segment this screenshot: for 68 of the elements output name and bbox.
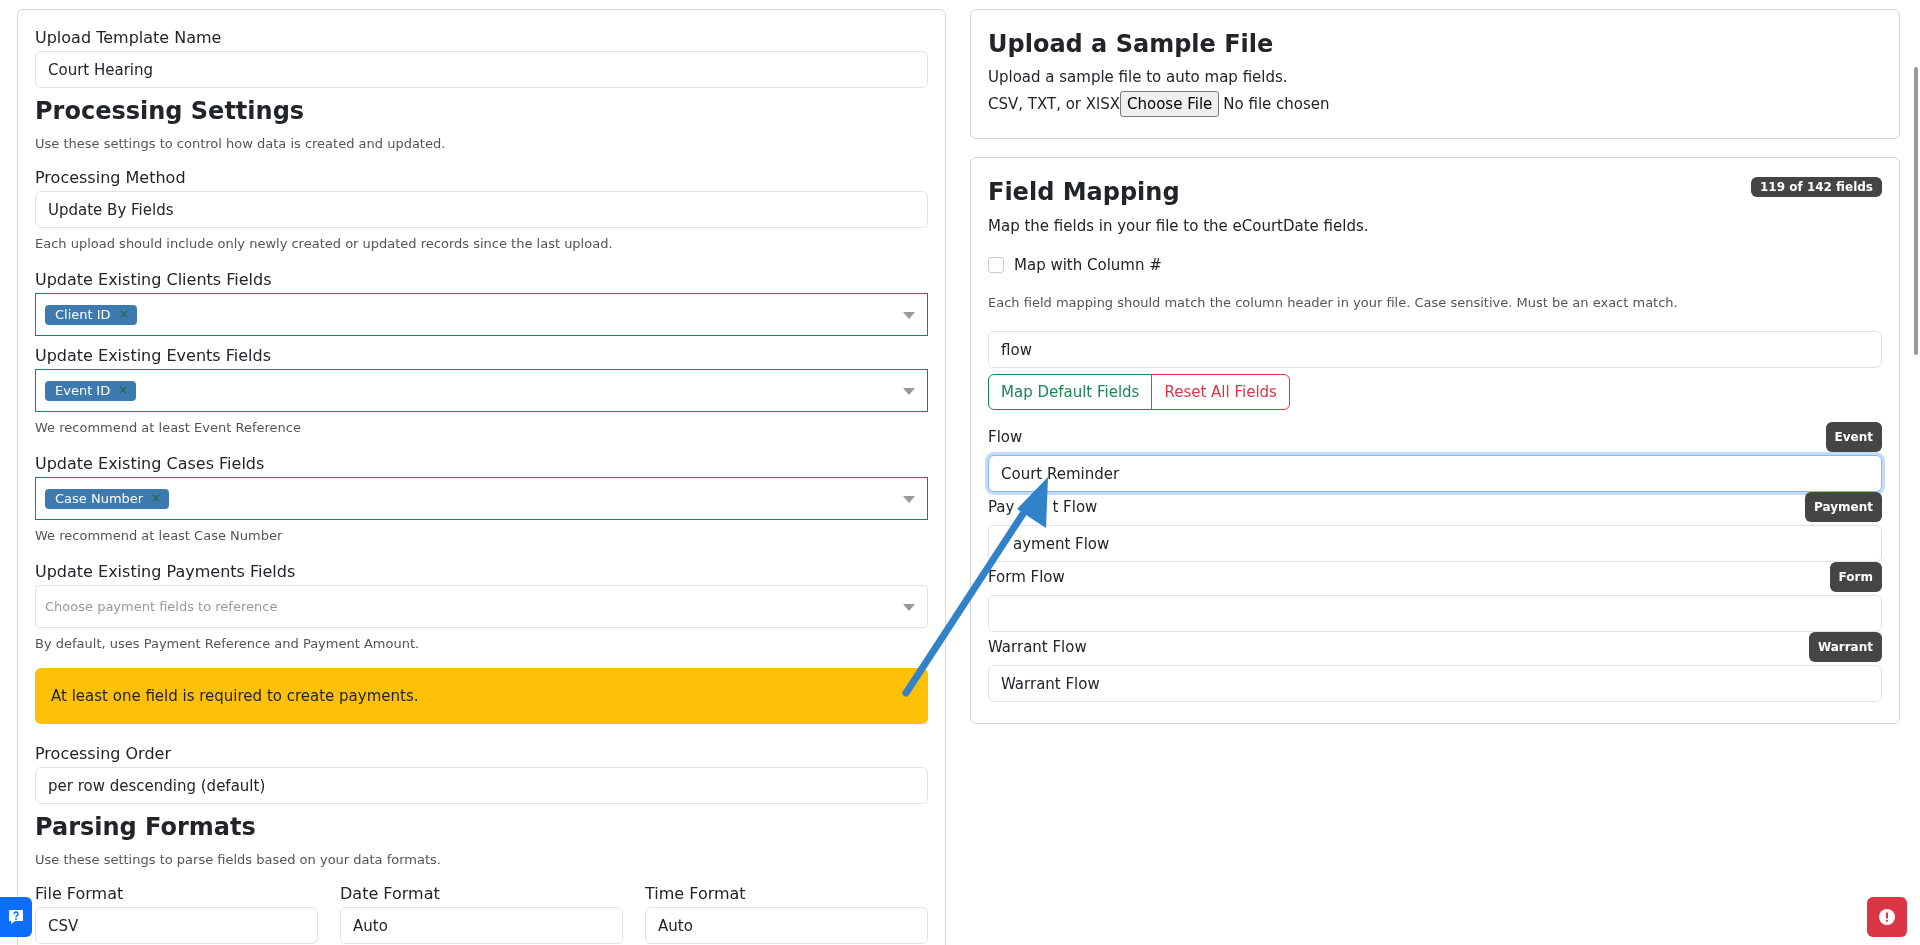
card-heading: Field Mapping [988, 177, 1180, 207]
count-badge: 119 of 142 fields [1751, 177, 1882, 197]
field-label-fragment: Pay [988, 497, 1015, 518]
field-label-fragment: t Flow [1052, 497, 1098, 518]
select-field[interactable]: Update By Fields [35, 191, 928, 228]
help-text: We recommend at least Event Reference [35, 419, 302, 437]
field-label: Upload Template Name [35, 27, 223, 49]
help-icon [7, 908, 25, 926]
section-description: Use these settings to control how data is created and updated. [35, 135, 447, 153]
help-text: By default, uses Payment Reference and Payment Amount. [35, 635, 421, 653]
multi-select[interactable]: Client ID × [35, 293, 928, 336]
input-field[interactable]: Court Reminder [988, 455, 1882, 492]
field-label: Time Format [645, 883, 747, 905]
tag-label: Case Number [55, 490, 144, 506]
tag-label: Event ID [55, 382, 111, 398]
accepted-formats: CSV, TXT, or XlSX [988, 95, 1121, 113]
input-field[interactable]: Court Hearing [35, 51, 928, 88]
card-heading: Upload a Sample File [988, 29, 1275, 59]
category-badge: Event [1825, 422, 1882, 452]
field-label: Processing Order [35, 743, 172, 765]
multi-select[interactable]: Event ID × [35, 369, 928, 412]
action-button[interactable]: Reset All Fields [1151, 374, 1290, 410]
multi-select[interactable]: Case Number × [35, 477, 928, 520]
field-label: File Format [35, 883, 125, 905]
checkbox-label: Map with Column # [1014, 255, 1162, 275]
field-label: Warrant Flow [988, 637, 1087, 658]
caret-icon [903, 496, 915, 503]
choose-file-button[interactable]: Choose File [1120, 91, 1220, 117]
action-button[interactable]: Map Default Fields [988, 374, 1153, 410]
card-description: Upload a sample file to auto map fields. [988, 67, 1289, 87]
section-heading: Parsing Formats [35, 812, 257, 842]
error-button[interactable] [1867, 897, 1907, 937]
select-field[interactable]: CSV [35, 907, 318, 944]
scrollbar-thumb[interactable] [1914, 67, 1918, 355]
tag-label: Client ID [55, 306, 111, 322]
caret-icon [903, 604, 915, 611]
field-label: Update Existing Events Fields [35, 345, 272, 367]
field-label: Update Existing Clients Fields [35, 269, 273, 291]
placeholder-text: Choose payment fields to reference [45, 599, 278, 614]
card-description: Map the fields in your file to the eCourtDate fields. [988, 216, 1370, 236]
field-label: Date Format [340, 883, 441, 905]
alert-icon [1879, 909, 1895, 925]
section-description: Use these settings to parse fields based on your data formats. [35, 851, 442, 869]
warning-alert: At least one field is required to create payments. [35, 668, 928, 724]
field-label: Update Existing Cases Fields [35, 453, 266, 475]
field-label: Update Existing Payments Fields [35, 561, 297, 583]
select-field[interactable]: per row descending (default) [35, 767, 928, 804]
field-label: Processing Method [35, 167, 187, 189]
category-badge: Form [1829, 562, 1882, 592]
checkbox[interactable] [988, 257, 1004, 273]
mapping-note: Each field mapping should match the column header in your file. Case sensitive. Must be an exact match. [988, 294, 1679, 312]
field-label: Flow [988, 427, 1023, 448]
input-field[interactable] [988, 595, 1882, 632]
input-field[interactable]: Warrant Flow [988, 665, 1882, 702]
help-text: Each upload should include only newly created or updated records since the last upload. [35, 235, 614, 253]
input-field[interactable]: ayment Flow [988, 525, 1882, 562]
field-label: Form Flow [988, 567, 1065, 588]
caret-icon [903, 312, 915, 319]
category-badge: Payment [1805, 492, 1882, 522]
caret-icon [903, 388, 915, 395]
category-badge: Warrant [1808, 632, 1882, 662]
help-text: We recommend at least Case Number [35, 527, 284, 545]
help-button[interactable] [0, 897, 32, 937]
file-status: No file chosen [1223, 95, 1330, 113]
search-field[interactable]: flow [988, 331, 1882, 368]
select-field[interactable]: Auto [645, 907, 928, 944]
select-field[interactable]: Auto [340, 907, 623, 944]
section-heading: Processing Settings [35, 96, 306, 126]
